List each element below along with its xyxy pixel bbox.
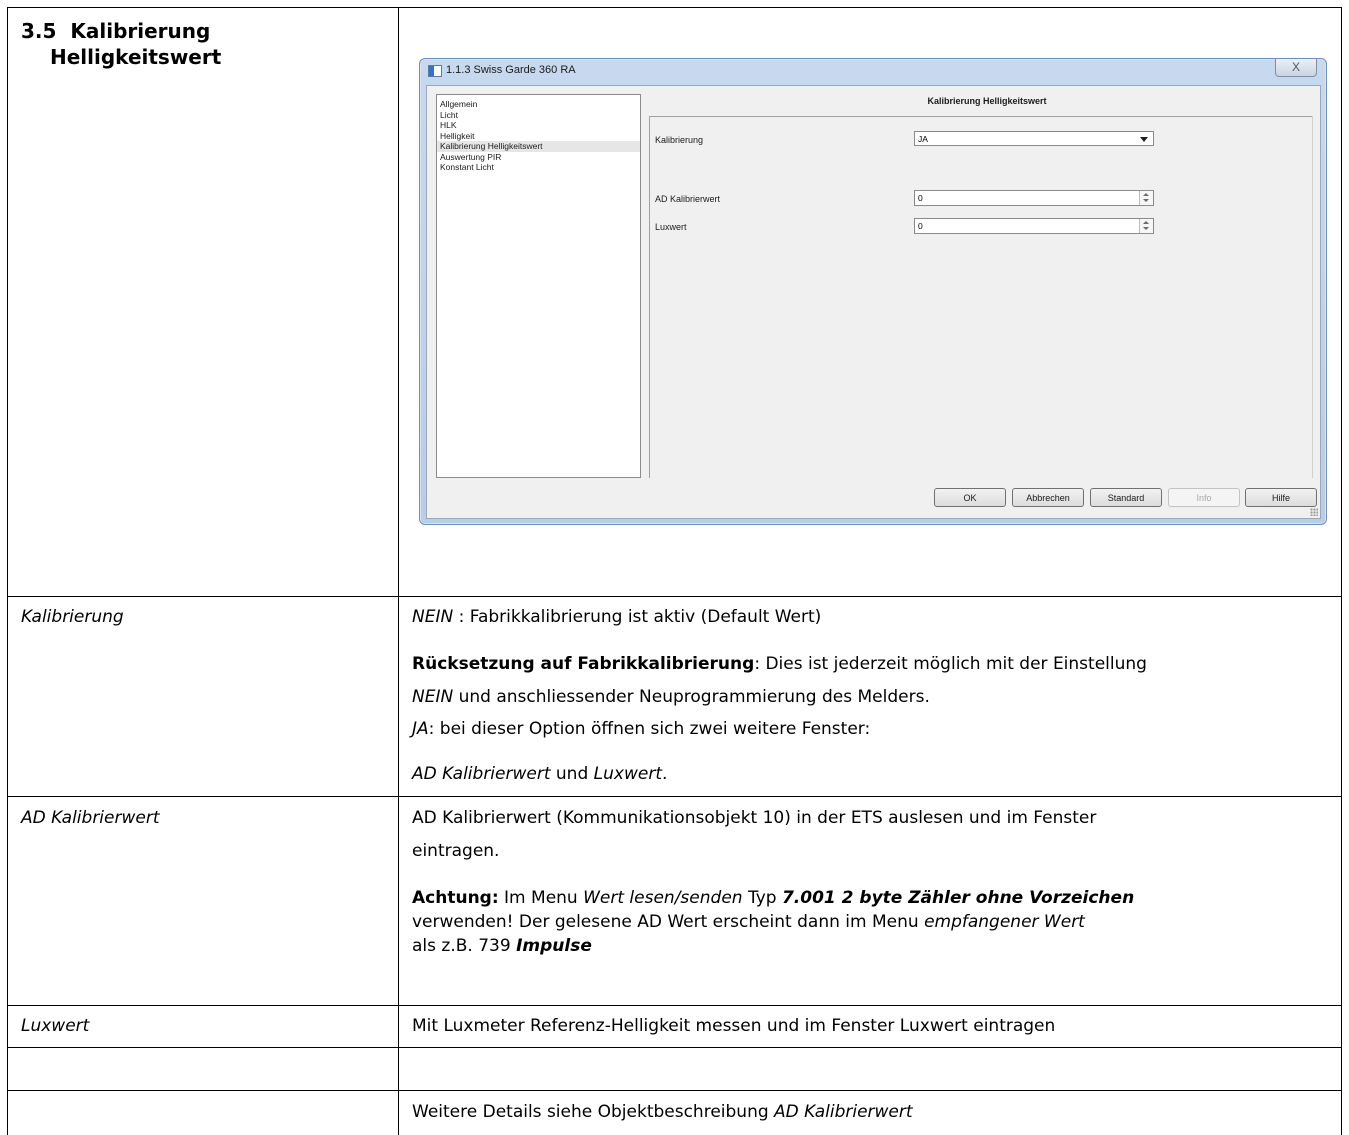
section-title-line1: Kalibrierung bbox=[70, 19, 211, 43]
standard-button[interactable]: Standard bbox=[1090, 488, 1162, 507]
app-icon bbox=[428, 65, 442, 77]
info-button: Info bbox=[1168, 488, 1240, 507]
value-ja: JA bbox=[412, 719, 429, 739]
spin-up-icon[interactable] bbox=[1143, 221, 1149, 224]
close-icon[interactable]: X bbox=[1275, 59, 1317, 77]
ad-text-line1: AD Kalibrierwert (Kommunikationsobjekt 1… bbox=[412, 808, 1097, 828]
nav-item-kalibrierung-helligkeitswert[interactable]: Kalibrierung Helligkeitswert bbox=[437, 141, 640, 152]
table-border-top bbox=[7, 7, 1342, 8]
parameter-nav-list: Allgemein Licht HLK Helligkeit Kalibrier… bbox=[436, 94, 641, 478]
table-border-right bbox=[1341, 7, 1342, 1135]
table-border-middle bbox=[398, 7, 399, 1135]
received-text: verwenden! Der gelesene AD Wert erschein… bbox=[412, 912, 925, 932]
spin-down-icon[interactable] bbox=[1143, 227, 1149, 230]
kalibrierung-ja-line: JA: bei dieser Option öffnen sich zwei w… bbox=[412, 714, 870, 744]
pane-title: Kalibrierung Helligkeitswert bbox=[927, 96, 1047, 106]
example-text: als z.B. 739 bbox=[412, 936, 517, 956]
kalibrierung-reset-line: Rücksetzung auf Fabrikkalibrierung: Dies… bbox=[412, 649, 1147, 679]
spin-down-icon[interactable] bbox=[1143, 199, 1149, 202]
luxwert-text: Mit Luxmeter Referenz-Helligkeit messen … bbox=[412, 1016, 1056, 1036]
section-title: 3.5 Kalibrierung Helligkeitswert bbox=[21, 18, 221, 70]
row-name-luxwert: Luxwert bbox=[21, 1016, 90, 1036]
kalibrierung-label: Kalibrierung bbox=[655, 135, 704, 145]
unit-impulse: Impulse bbox=[516, 936, 592, 956]
table-row-divider bbox=[7, 596, 1342, 597]
luxwert-value: 0 bbox=[918, 221, 923, 231]
kalibrierung-fields-line: AD Kalibrierwert und Luxwert. bbox=[412, 759, 667, 789]
ad-achtung-line3: als z.B. 739 Impulse bbox=[412, 935, 592, 957]
reset-description-cont: und anschliessender Neuprogrammierung de… bbox=[453, 687, 930, 707]
dialog-titlebar: 1.1.3 Swiss Garde 360 RA X bbox=[420, 59, 1326, 83]
table-row-divider bbox=[7, 1005, 1342, 1006]
warning-label: Achtung: bbox=[412, 888, 499, 908]
spinner-buttons[interactable] bbox=[1139, 219, 1153, 233]
table-row-divider bbox=[7, 1090, 1342, 1091]
details-prefix: Weitere Details siehe Objektbeschreibung bbox=[412, 1102, 775, 1122]
row-name-kalibrierung: Kalibrierung bbox=[21, 607, 124, 627]
document-table: 3.5 Kalibrierung Helligkeitswert 1.1.3 S… bbox=[0, 0, 1349, 1135]
nav-item-licht[interactable]: Licht bbox=[437, 110, 640, 121]
value-nein: NEIN bbox=[412, 687, 454, 707]
cancel-button[interactable]: Abbrechen bbox=[1012, 488, 1084, 507]
menu-intro: Im Menu bbox=[498, 888, 584, 908]
nav-item-konstant-licht[interactable]: Konstant Licht bbox=[437, 162, 640, 173]
dialog-title: 1.1.3 Swiss Garde 360 RA bbox=[446, 64, 576, 76]
ok-button[interactable]: OK bbox=[934, 488, 1006, 507]
reset-description: : Dies ist jederzeit möglich mit der Ein… bbox=[754, 654, 1147, 674]
datatype-name: 7.001 2 byte Zähler ohne Vorzeichen bbox=[781, 888, 1135, 908]
row-name-ad-kalibrierwert: AD Kalibrierwert bbox=[21, 808, 160, 828]
ad-kalibrierwert-label: AD Kalibrierwert bbox=[655, 194, 721, 204]
reset-heading: Rücksetzung auf Fabrikkalibrierung bbox=[412, 654, 755, 674]
details-text: Weitere Details siehe Objektbeschreibung… bbox=[412, 1097, 913, 1127]
nav-item-hlk[interactable]: HLK bbox=[437, 120, 640, 131]
chevron-down-icon[interactable] bbox=[1140, 137, 1148, 142]
parameter-dialog-window: 1.1.3 Swiss Garde 360 RA X Allgemein Lic… bbox=[419, 58, 1327, 525]
ad-achtung-line: Achtung: Im Menu Wert lesen/senden Typ 7… bbox=[412, 887, 1134, 909]
details-ref: AD Kalibrierwert bbox=[774, 1102, 913, 1122]
luxwert-label: Luxwert bbox=[655, 222, 687, 232]
dialog-body: Allgemein Licht HLK Helligkeit Kalibrier… bbox=[426, 85, 1321, 519]
conjunction: und bbox=[550, 764, 594, 784]
help-button[interactable]: Hilfe bbox=[1245, 488, 1317, 507]
spinner-buttons[interactable] bbox=[1139, 191, 1153, 205]
ad-text-line2: eintragen. bbox=[412, 841, 500, 861]
kalibrierung-nein-line: NEIN : Fabrikkalibrierung ist aktiv (Def… bbox=[412, 602, 821, 632]
value-nein: NEIN bbox=[412, 607, 454, 627]
ref-ad-kalibrierwert: AD Kalibrierwert bbox=[412, 764, 551, 784]
nav-item-allgemein[interactable]: Allgemein bbox=[437, 99, 640, 110]
menu-name: Wert lesen/senden bbox=[583, 888, 743, 908]
resize-grip-icon[interactable] bbox=[1310, 508, 1318, 516]
table-row-divider bbox=[7, 1047, 1342, 1048]
spin-up-icon[interactable] bbox=[1143, 193, 1149, 196]
period: . bbox=[661, 764, 668, 784]
nein-description: : Fabrikkalibrierung ist aktiv (Default … bbox=[453, 607, 822, 627]
received-value-ref: empfangener Wert bbox=[924, 912, 1085, 932]
section-title-line2: Helligkeitswert bbox=[50, 45, 222, 69]
table-border-left bbox=[7, 7, 8, 1135]
pane-divider bbox=[1312, 116, 1313, 478]
nav-item-auswertung-pir[interactable]: Auswertung PIR bbox=[437, 152, 640, 163]
kalibrierung-reset-line2: NEIN und anschliessender Neuprogrammieru… bbox=[412, 682, 930, 712]
type-label: Typ bbox=[742, 888, 782, 908]
ad-kalibrierwert-value: 0 bbox=[918, 193, 923, 203]
ref-luxwert: Luxwert bbox=[593, 764, 662, 784]
section-number: 3.5 bbox=[21, 19, 57, 43]
table-row-divider bbox=[7, 796, 1342, 797]
ja-description: : bei dieser Option öffnen sich zwei wei… bbox=[428, 719, 871, 739]
pane-divider bbox=[649, 116, 650, 478]
pane-divider bbox=[649, 116, 1313, 117]
kalibrierung-select-value: JA bbox=[918, 134, 928, 144]
ad-kalibrierwert-spinner[interactable]: 0 bbox=[914, 190, 1154, 206]
kalibrierung-select[interactable]: JA bbox=[914, 131, 1154, 146]
ad-achtung-line2: verwenden! Der gelesene AD Wert erschein… bbox=[412, 911, 1085, 933]
luxwert-spinner[interactable]: 0 bbox=[914, 218, 1154, 234]
nav-item-helligkeit[interactable]: Helligkeit bbox=[437, 131, 640, 142]
